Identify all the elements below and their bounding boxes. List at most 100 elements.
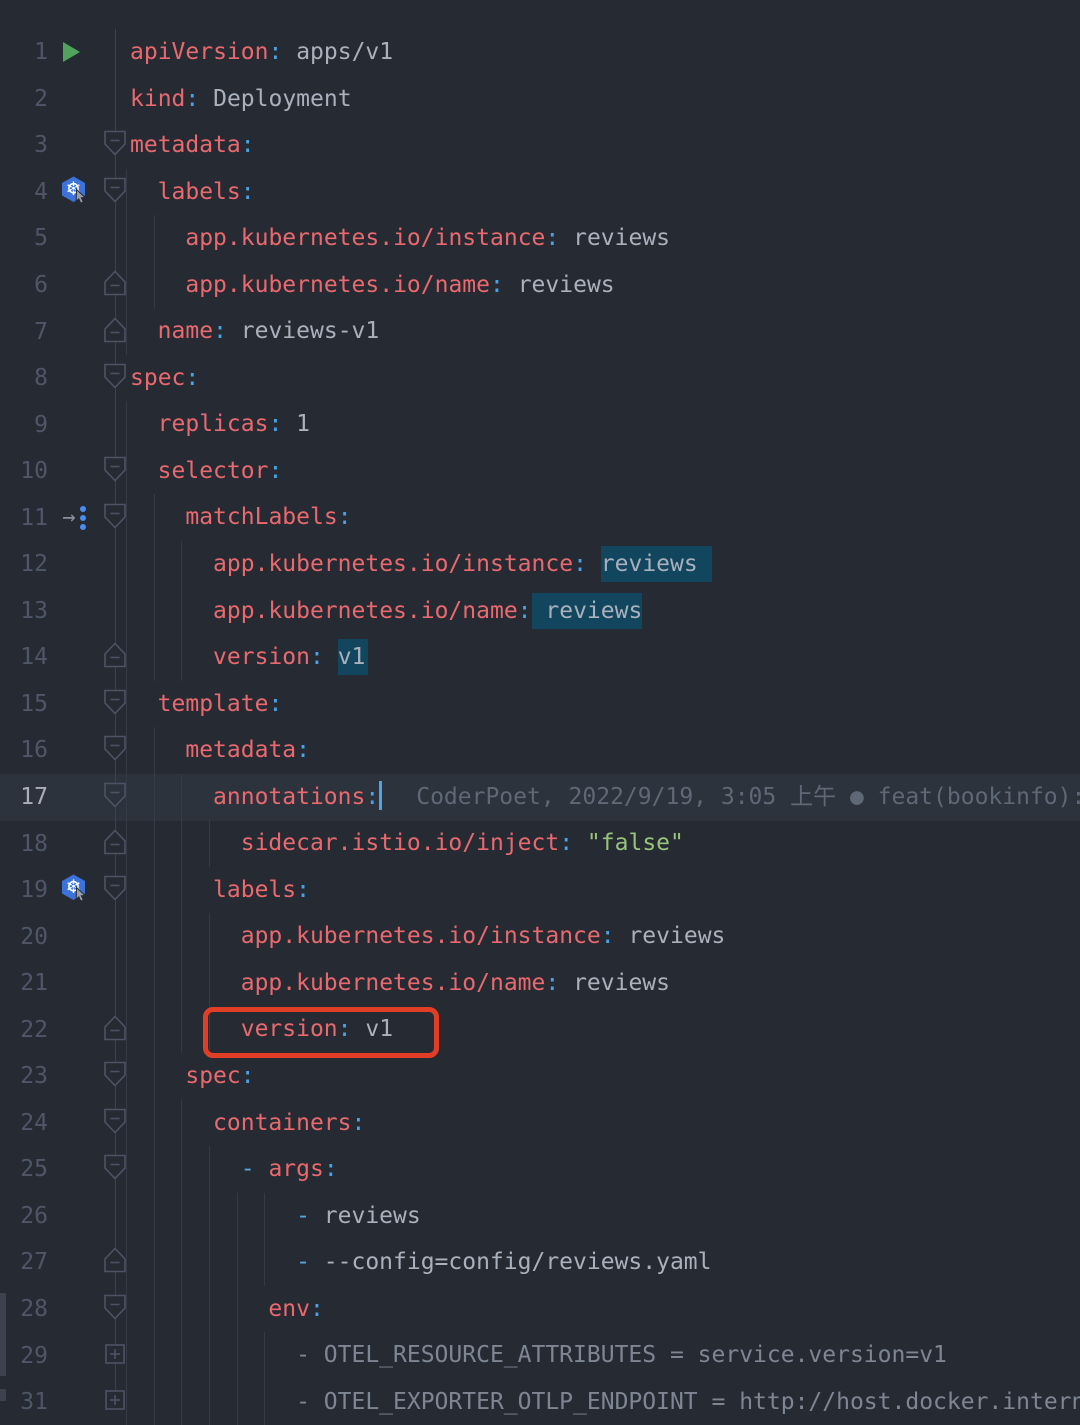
git-blame-annotation[interactable]: CoderPoet, 2022/9/19, 3:05 上午 ● feat(boo… — [416, 784, 1080, 810]
fold-marker-expanded[interactable] — [102, 1107, 128, 1139]
code-line-23[interactable]: 23 spec: — [0, 1053, 1080, 1100]
code-text[interactable]: selector: — [130, 448, 1080, 495]
fold-marker-expanded[interactable] — [102, 455, 128, 487]
code-text[interactable]: env: — [130, 1286, 1080, 1333]
code-line-24[interactable]: 24containers: — [0, 1100, 1080, 1147]
yaml-colon: : — [601, 923, 615, 949]
fold-marker-expanded[interactable] — [102, 1293, 128, 1325]
code-line-12[interactable]: 12app.kubernetes.io/instance: reviews — [0, 541, 1080, 588]
code-text[interactable]: metadata: — [130, 122, 1080, 169]
fold-marker-region-end[interactable] — [102, 641, 128, 673]
goto-related-icon[interactable]: → — [62, 506, 85, 530]
code-text[interactable]: - OTEL_RESOURCE_ATTRIBUTES = service.ver… — [130, 1332, 1080, 1379]
code-text[interactable]: labels: — [130, 867, 1080, 914]
code-text[interactable]: kind: Deployment — [130, 76, 1080, 123]
code-text[interactable]: app.kubernetes.io/instance: reviews — [130, 541, 1080, 588]
yaml-key: labels — [213, 877, 296, 903]
yaml-key: selector — [158, 458, 269, 484]
fold-marker-region-end[interactable] — [102, 1014, 128, 1046]
code-line-22[interactable]: 22version: v1 — [0, 1006, 1080, 1053]
kubernetes-icon[interactable] — [60, 176, 88, 208]
fold-marker-collapsed[interactable] — [102, 1386, 128, 1418]
code-text[interactable]: app.kubernetes.io/name: reviews — [130, 588, 1080, 635]
fold-marker-expanded[interactable] — [102, 362, 128, 394]
fold-marker-expanded[interactable] — [102, 781, 128, 813]
code-line-11[interactable]: 11→matchLabels: — [0, 494, 1080, 541]
fold-marker-region-end[interactable] — [102, 828, 128, 860]
fold-marker-expanded[interactable] — [102, 1153, 128, 1185]
kubernetes-icon[interactable] — [60, 874, 88, 906]
line-number: 1 — [0, 39, 48, 65]
code-text[interactable]: spec: — [130, 355, 1080, 402]
line-number: 27 — [0, 1249, 48, 1275]
code-line-10[interactable]: 10selector: — [0, 448, 1080, 495]
code-text[interactable]: app.kubernetes.io/instance: reviews — [130, 215, 1080, 262]
code-text[interactable]: metadata: — [130, 727, 1080, 774]
code-text[interactable]: - args: — [130, 1146, 1080, 1193]
code-line-14[interactable]: 14version: v1 — [0, 634, 1080, 681]
code-text[interactable]: - reviews — [130, 1193, 1080, 1240]
code-text[interactable]: annotations:CoderPoet, 2022/9/19, 3:05 上… — [130, 774, 1080, 821]
code-text[interactable]: labels: — [130, 169, 1080, 216]
indent-guide — [126, 960, 127, 1007]
fold-marker-expanded[interactable] — [102, 734, 128, 766]
code-text[interactable]: app.kubernetes.io/name: reviews — [130, 960, 1080, 1007]
code-line-28[interactable]: 28env: — [0, 1286, 1080, 1333]
code-line-6[interactable]: 6app.kubernetes.io/name: reviews — [0, 262, 1080, 309]
code-line-29[interactable]: 29- OTEL_RESOURCE_ATTRIBUTES = service.v… — [0, 1332, 1080, 1379]
line-number: 17 — [0, 784, 48, 810]
fold-marker-expanded[interactable] — [102, 176, 128, 208]
code-text[interactable]: containers: — [130, 1100, 1080, 1147]
highlighted-occurrence: reviews — [532, 593, 643, 629]
fold-marker-region-end[interactable] — [102, 316, 128, 348]
code-text[interactable]: version: v1 — [130, 634, 1080, 681]
code-line-16[interactable]: 16metadata: — [0, 727, 1080, 774]
code-line-18[interactable]: 18sidecar.istio.io/inject: "false" — [0, 820, 1080, 867]
line-number: 9 — [0, 412, 48, 438]
code-text[interactable]: - OTEL_EXPORTER_OTLP_ENDPOINT = http://h… — [130, 1379, 1080, 1425]
code-line-26[interactable]: 26- reviews — [0, 1193, 1080, 1240]
code-text[interactable]: matchLabels: — [130, 494, 1080, 541]
yaml-colon: : — [268, 458, 282, 484]
code-line-15[interactable]: 15 template: — [0, 681, 1080, 728]
code-text[interactable]: replicas: 1 — [130, 401, 1080, 448]
fold-marker-expanded[interactable] — [102, 502, 128, 534]
code-line-5[interactable]: 5app.kubernetes.io/instance: reviews — [0, 215, 1080, 262]
code-line-21[interactable]: 21app.kubernetes.io/name: reviews — [0, 960, 1080, 1007]
fold-marker-expanded[interactable] — [102, 1060, 128, 1092]
code-area[interactable]: 1 apiVersion: apps/v12kind: Deployment3me… — [0, 29, 1080, 1425]
code-line-2[interactable]: 2kind: Deployment — [0, 76, 1080, 123]
code-text[interactable]: app.kubernetes.io/name: reviews — [130, 262, 1080, 309]
code-line-17[interactable]: 17 annotations:CoderPoet, 2022/9/19, 3:05… — [0, 774, 1080, 821]
code-line-20[interactable]: 20app.kubernetes.io/instance: reviews — [0, 913, 1080, 960]
line-number: 23 — [0, 1063, 48, 1089]
code-line-31[interactable]: 31- OTEL_EXPORTER_OTLP_ENDPOINT = http:/… — [0, 1379, 1080, 1425]
code-text[interactable]: spec: — [130, 1053, 1080, 1100]
fold-marker-region-end[interactable] — [102, 1246, 128, 1278]
code-line-25[interactable]: 25- args: — [0, 1146, 1080, 1193]
code-line-19[interactable]: 19labels: — [0, 867, 1080, 914]
yaml-value: --config=config/reviews.yaml — [310, 1249, 712, 1275]
code-line-4[interactable]: 4labels: — [0, 169, 1080, 216]
code-text[interactable]: name: reviews-v1 — [130, 308, 1080, 355]
line-number: 15 — [0, 691, 48, 717]
code-line-3[interactable]: 3metadata: — [0, 122, 1080, 169]
fold-marker-expanded[interactable] — [102, 129, 128, 161]
code-text[interactable]: app.kubernetes.io/instance: reviews — [130, 913, 1080, 960]
code-text[interactable]: - --config=config/reviews.yaml — [130, 1239, 1080, 1286]
code-line-7[interactable]: 7name: reviews-v1 — [0, 308, 1080, 355]
fold-marker-region-end[interactable] — [102, 269, 128, 301]
fold-marker-collapsed[interactable] — [102, 1340, 128, 1372]
code-line-9[interactable]: 9 replicas: 1 — [0, 401, 1080, 448]
code-line-27[interactable]: 27 - --config=config/reviews.yaml — [0, 1239, 1080, 1286]
code-line-1[interactable]: 1 apiVersion: apps/v1 — [0, 29, 1080, 76]
fold-marker-expanded[interactable] — [102, 688, 128, 720]
code-text[interactable]: template: — [130, 681, 1080, 728]
code-line-8[interactable]: 8spec: — [0, 355, 1080, 402]
run-play-icon[interactable] — [63, 42, 80, 62]
fold-marker-expanded[interactable] — [102, 874, 128, 906]
code-text[interactable]: apiVersion: apps/v1 — [130, 29, 1080, 76]
code-text[interactable]: sidecar.istio.io/inject: "false" — [130, 820, 1080, 867]
yaml-key: metadata — [130, 132, 241, 158]
code-line-13[interactable]: 13app.kubernetes.io/name: reviews — [0, 588, 1080, 635]
